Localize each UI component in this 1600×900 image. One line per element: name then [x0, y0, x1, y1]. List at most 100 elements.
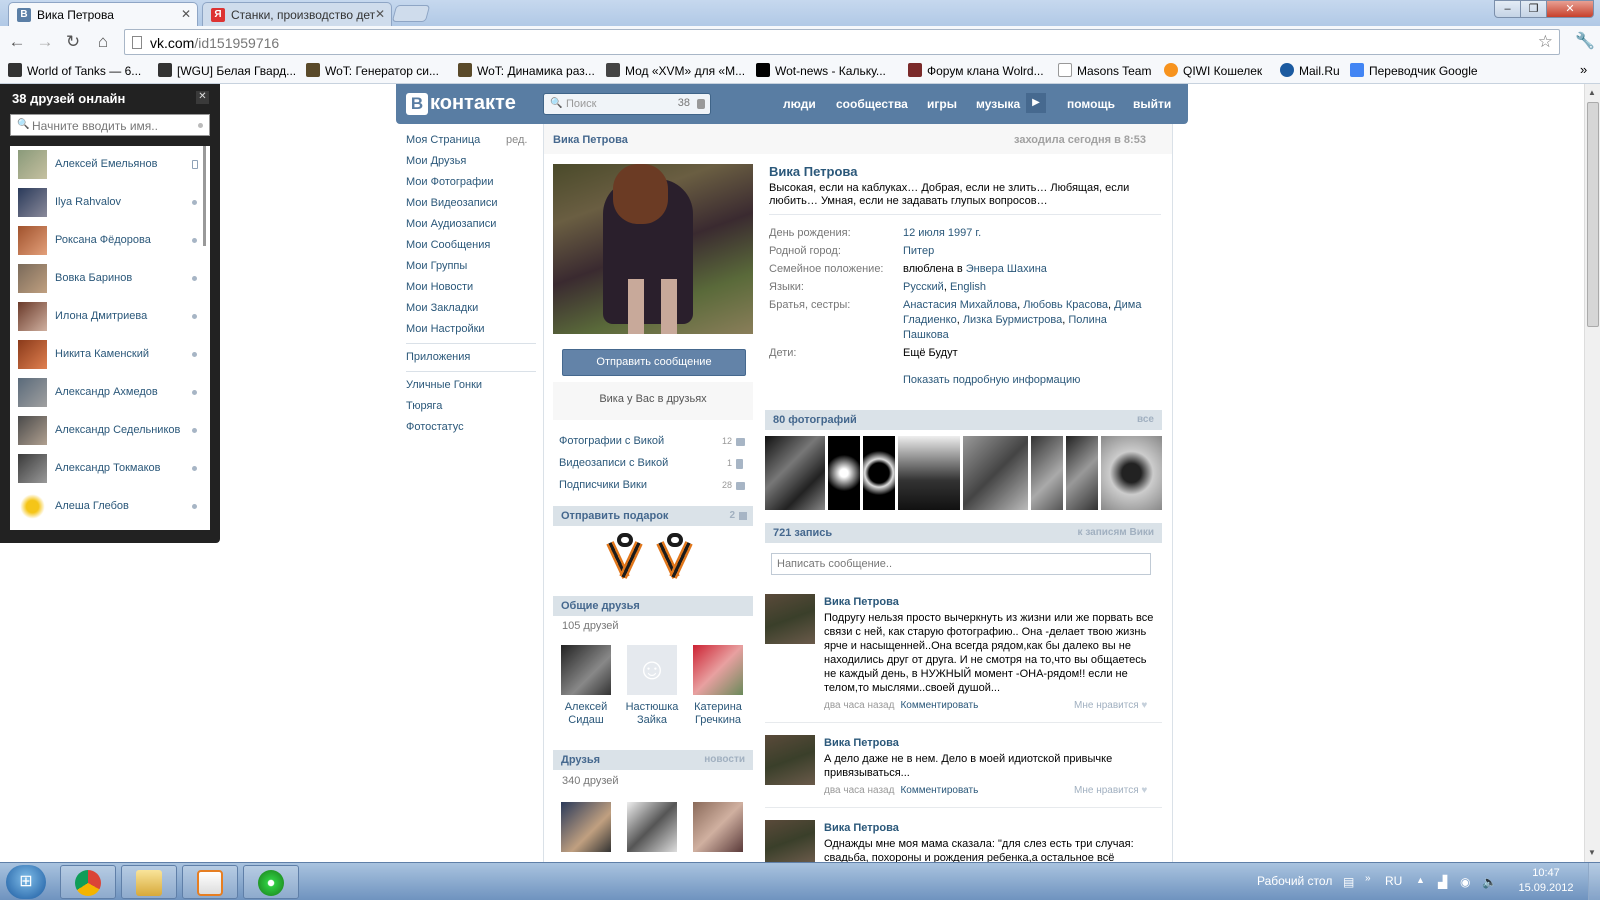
photo-thumbnail[interactable]: [898, 436, 960, 510]
desktop-folder-icon[interactable]: ▤: [1343, 875, 1354, 889]
list-item[interactable]: Александр Седельников: [10, 412, 210, 450]
friend-avatar[interactable]: [561, 802, 611, 852]
friendship-status[interactable]: Вика у Вас в друзьях: [553, 382, 753, 420]
subscribers-link[interactable]: Подписчики Вики: [559, 479, 647, 491]
common-friends-header[interactable]: Общие друзья: [553, 596, 753, 616]
friends-search-input[interactable]: 🔍 Начните вводить имя..: [10, 114, 210, 136]
menu-my-videos[interactable]: Мои Видеозаписи: [406, 197, 498, 209]
nav-communities[interactable]: сообщества: [836, 97, 908, 111]
bookmark-item[interactable]: WoT: Динамика раз...: [458, 63, 595, 78]
photos-with-link[interactable]: Фотографии с Викой: [559, 435, 664, 447]
videos-with-link[interactable]: Видеозаписи с Викой: [559, 457, 668, 469]
photo-thumbnail[interactable]: [1101, 436, 1162, 510]
gift-ribbon-icon[interactable]: [606, 533, 643, 581]
post-avatar[interactable]: [765, 594, 815, 644]
list-item[interactable]: Роксана Фёдорова: [10, 222, 210, 260]
menu-my-audio[interactable]: Мои Аудиозаписи: [406, 218, 496, 230]
tab-stanki[interactable]: Я Станки, производство дет ✕: [202, 2, 392, 26]
bookmark-item[interactable]: Masons Team: [1058, 63, 1151, 78]
tray-clock[interactable]: 10:47 15.09.2012: [1510, 866, 1582, 896]
photo-thumbnail[interactable]: [765, 436, 825, 510]
address-bar[interactable]: vk.com/id151959716 ☆: [124, 29, 1560, 55]
bookmark-item[interactable]: Mail.Ru: [1280, 63, 1340, 78]
start-button[interactable]: ⊞: [6, 865, 46, 899]
common-friend[interactable]: Алексей Сидаш: [556, 645, 616, 727]
bookmark-item[interactable]: Wot-news - Кальку...: [756, 63, 886, 78]
tray-expand-icon[interactable]: ▲: [1416, 875, 1425, 885]
menu-app-street-racing[interactable]: Уличные Гонки: [406, 379, 482, 391]
menu-my-bookmarks[interactable]: Мои Закладки: [406, 302, 478, 314]
home-icon[interactable]: ⌂: [92, 32, 114, 54]
scroll-down-icon[interactable]: ▼: [1588, 848, 1596, 857]
like-button[interactable]: Мне нравится ♥: [1074, 700, 1147, 711]
post-author[interactable]: Вика Петрова: [824, 737, 899, 749]
nav-logout[interactable]: выйти: [1133, 97, 1171, 111]
bookmark-item[interactable]: QIWI Кошелек: [1164, 63, 1262, 78]
post-avatar[interactable]: [765, 820, 815, 862]
chevron-icon[interactable]: »: [1365, 873, 1371, 884]
language-indicator[interactable]: RU: [1385, 874, 1402, 888]
list-item[interactable]: Никита Каменский: [10, 336, 210, 374]
bookmark-item[interactable]: Мод «XVM» для «M...: [606, 63, 745, 78]
list-item[interactable]: Ilya Rahvalov: [10, 184, 210, 222]
show-desktop-button[interactable]: [1588, 863, 1600, 900]
comment-link[interactable]: Комментировать: [900, 700, 978, 711]
photo-thumbnail[interactable]: [863, 436, 895, 510]
nav-games[interactable]: игры: [927, 97, 957, 111]
volume-icon[interactable]: 🔈: [1482, 875, 1497, 889]
comment-link[interactable]: Комментировать: [900, 785, 978, 796]
send-message-button[interactable]: Отправить сообщение: [562, 349, 746, 376]
profile-photo[interactable]: [553, 164, 753, 334]
common-friend[interactable]: ☺ Настюшка Зайка: [622, 645, 682, 727]
page-scrollbar[interactable]: ▲ ▼: [1584, 84, 1600, 862]
close-icon[interactable]: ✕: [375, 7, 385, 21]
menu-app-photostatus[interactable]: Фотостатус: [406, 421, 464, 433]
nav-music[interactable]: музыка: [976, 97, 1020, 111]
photo-thumbnail[interactable]: [1031, 436, 1063, 510]
list-item[interactable]: Александр Токмаков: [10, 450, 210, 488]
menu-my-settings[interactable]: Мои Настройки: [406, 323, 485, 335]
scrollbar-thumb[interactable]: [1587, 102, 1599, 327]
list-item[interactable]: Алексей Емельянов: [10, 146, 210, 184]
new-tab-button[interactable]: [391, 5, 431, 22]
friend-avatar[interactable]: [627, 802, 677, 852]
bookmark-star-icon[interactable]: ☆: [1538, 32, 1553, 52]
vk-logo[interactable]: Вконтакте: [406, 92, 516, 115]
signal-icon[interactable]: ▟: [1438, 875, 1447, 889]
minimize-button[interactable]: ‒: [1494, 0, 1521, 18]
bookmark-item[interactable]: World of Tanks — 6...: [8, 63, 141, 78]
post-author[interactable]: Вика Петрова: [824, 822, 899, 834]
friends-section-header[interactable]: Друзья новости: [553, 750, 753, 770]
close-icon[interactable]: ✕: [196, 91, 209, 104]
maximize-button[interactable]: ❐: [1520, 0, 1547, 18]
window-close-button[interactable]: ✕: [1546, 0, 1594, 18]
desktop-toolbar-label[interactable]: Рабочий стол: [1257, 874, 1332, 888]
like-button[interactable]: Мне нравится ♥: [1074, 785, 1147, 796]
menu-my-groups[interactable]: Мои Группы: [406, 260, 467, 272]
photo-thumbnail[interactable]: [828, 436, 860, 510]
taskbar-chrome[interactable]: [60, 865, 116, 899]
bookmark-item[interactable]: WoT: Генератор си...: [306, 63, 439, 78]
menu-my-messages[interactable]: Мои Сообщения: [406, 239, 490, 251]
menu-my-page[interactable]: Моя Страница: [406, 134, 480, 146]
wall-posts-link[interactable]: к записям Вики: [1078, 527, 1154, 538]
wrench-menu-icon[interactable]: 🔧: [1575, 31, 1595, 51]
menu-app-prison[interactable]: Тюряга: [406, 400, 442, 412]
gift-section-header[interactable]: Отправить подарок 2: [553, 506, 753, 526]
wall-section-header[interactable]: 721 запись к записям Вики: [765, 523, 1162, 543]
gift-ribbon-icon[interactable]: [656, 533, 693, 581]
menu-edit-link[interactable]: ред.: [506, 134, 527, 146]
taskbar-explorer[interactable]: [121, 865, 177, 899]
nav-help[interactable]: помощь: [1067, 97, 1115, 111]
list-item[interactable]: Александр Ахмедов: [10, 374, 210, 412]
bookmarks-more-button[interactable]: »: [1580, 62, 1587, 77]
menu-my-friends[interactable]: Мои Друзья: [406, 155, 466, 167]
close-icon[interactable]: ✕: [181, 7, 191, 21]
friends-list-scrollbar[interactable]: [203, 146, 206, 246]
wall-post-input[interactable]: Написать сообщение..: [771, 553, 1151, 575]
bookmark-item[interactable]: Переводчик Google: [1350, 63, 1478, 78]
friend-avatar[interactable]: [693, 802, 743, 852]
play-icon[interactable]: ▶: [1026, 93, 1046, 113]
photo-thumbnail[interactable]: [1066, 436, 1098, 510]
nav-people[interactable]: люди: [783, 97, 816, 111]
